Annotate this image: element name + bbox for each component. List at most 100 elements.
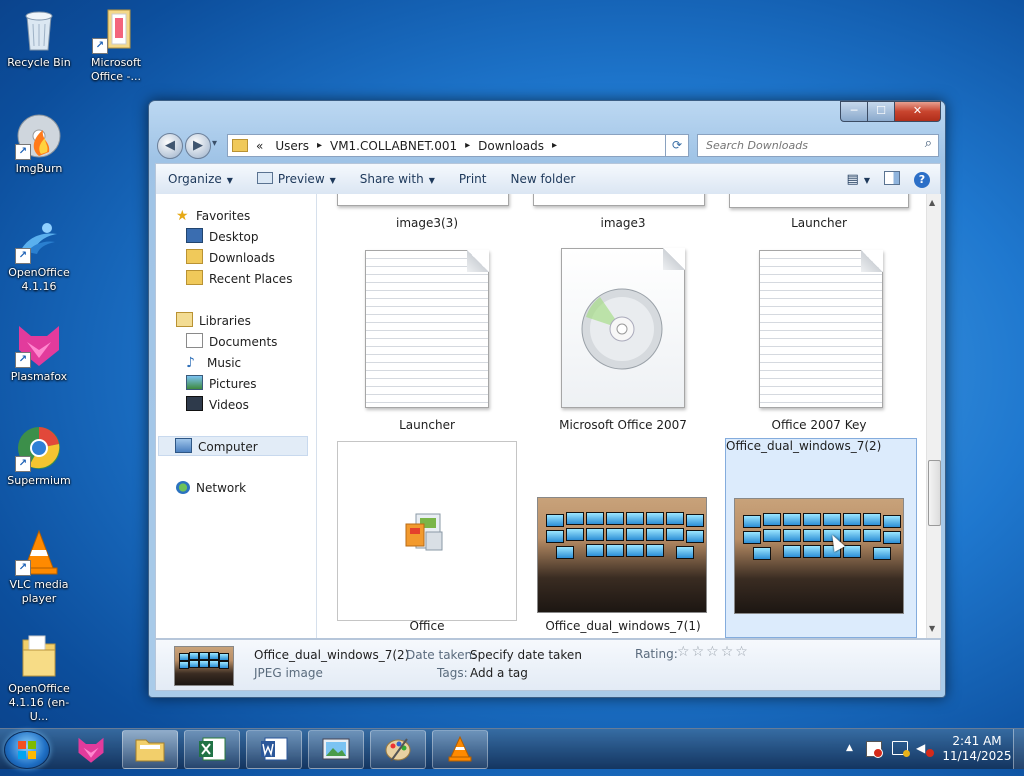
desktop-icon-vlc[interactable]: ↗ VLC media player <box>1 528 77 606</box>
system-clock[interactable]: 2:41 AM 11/14/2025 <box>942 734 1012 764</box>
chevron-down-icon: ▼ <box>226 176 233 185</box>
preview-icon <box>256 172 273 184</box>
recycle-bin-icon <box>15 6 63 54</box>
word-icon <box>261 737 288 761</box>
desktop-icon-openoffice-folder[interactable]: OpenOffice 4.1.16 (en-U... <box>1 632 77 724</box>
desktop-icon-recycle-bin[interactable]: Recycle Bin <box>1 6 77 70</box>
taskbar-vlc[interactable] <box>432 730 488 769</box>
desktop-icon-microsoft-office[interactable]: ↗ Microsoft Office -... <box>78 6 154 84</box>
nav-favorites[interactable]: ★ Favorites <box>176 206 250 226</box>
chevron-down-icon: ▼ <box>863 176 870 185</box>
documents-icon <box>186 333 203 348</box>
text-document-icon <box>759 250 883 408</box>
share-with-button[interactable]: Share with ▼ <box>348 164 447 194</box>
nav-documents[interactable]: Documents <box>186 332 277 352</box>
selected-file-tile[interactable]: Office_dual_windows_7(2) <box>725 438 917 638</box>
nav-desktop[interactable]: Desktop <box>186 227 259 247</box>
nav-libraries[interactable]: Libraries <box>176 311 251 331</box>
back-button[interactable]: ◀ <box>157 133 183 159</box>
taskbar-word[interactable] <box>246 730 302 769</box>
file-tile[interactable]: Office <box>337 439 517 635</box>
image-thumbnail <box>537 497 707 613</box>
nav-music[interactable]: ♪ Music <box>186 353 241 373</box>
breadcrumb-users[interactable]: Users <box>275 139 309 153</box>
file-tile[interactable]: Microsoft Office 2007 <box>533 244 713 440</box>
nav-downloads[interactable]: Downloads <box>186 248 275 268</box>
breadcrumb-separator-icon[interactable]: ▸ <box>465 140 470 151</box>
desktop-icon-plasmafox[interactable]: ↗ Plasmafox <box>1 320 77 384</box>
date-taken-value[interactable]: Specify date taken <box>470 648 582 662</box>
star-icon[interactable]: ☆ <box>706 644 721 660</box>
nav-computer[interactable]: Computer <box>158 436 308 456</box>
taskbar-plasmafox[interactable] <box>66 730 116 767</box>
action-center-icon[interactable] <box>866 741 883 758</box>
preview-pane-button[interactable] <box>876 164 908 194</box>
close-button[interactable]: ✕ <box>894 101 941 122</box>
scrollbar-thumb[interactable] <box>928 460 941 526</box>
command-bar: Organize ▼ Preview ▼ Share with ▼ Print New… <box>155 163 941 195</box>
star-icon[interactable]: ☆ <box>677 644 692 660</box>
breadcrumb-separator-icon[interactable]: ▸ <box>317 140 322 151</box>
file-tile[interactable]: Office_dual_windows_7(1) <box>533 439 713 635</box>
start-button[interactable] <box>4 731 50 769</box>
taskbar: ▲ ◀ 2:41 AM 11/14/2025 <box>0 728 1024 769</box>
maximize-button[interactable]: ☐ <box>867 101 895 122</box>
network-icon[interactable] <box>892 741 910 757</box>
star-icon[interactable]: ☆ <box>692 644 707 660</box>
office-setup-icon <box>405 513 443 551</box>
organize-button[interactable]: Organize ▼ <box>156 164 245 194</box>
address-bar[interactable]: « Users ▸ VM1.COLLABNET.001 ▸ Downloads … <box>227 134 689 157</box>
scroll-down-arrow-icon[interactable]: ▼ <box>929 624 935 633</box>
star-icon[interactable]: ☆ <box>721 644 736 660</box>
file-tile[interactable]: image3 <box>533 194 713 234</box>
file-tile[interactable]: Launcher <box>729 194 909 234</box>
recent-pages-button[interactable]: ▾ <box>212 138 217 149</box>
show-hidden-icons-button[interactable]: ▲ <box>846 743 853 753</box>
breadcrumb-separator-icon[interactable]: ▸ <box>552 140 557 151</box>
nav-label: Desktop <box>209 230 259 244</box>
search-input[interactable] <box>704 135 908 156</box>
file-tile[interactable]: Launcher <box>337 244 517 440</box>
search-box[interactable]: ⌕ <box>697 134 939 157</box>
breadcrumb-user-folder[interactable]: VM1.COLLABNET.001 <box>330 139 457 153</box>
desktop-icon-supermium[interactable]: ↗ Supermium <box>1 424 77 488</box>
help-icon: ? <box>914 172 930 188</box>
refresh-button[interactable]: ⟳ <box>665 134 689 157</box>
nav-videos[interactable]: Videos <box>186 395 249 415</box>
plasmafox-icon <box>78 737 104 763</box>
share-with-label: Share with <box>359 172 424 186</box>
print-button[interactable]: Print <box>447 164 499 194</box>
scroll-up-arrow-icon[interactable]: ▲ <box>929 198 935 207</box>
nav-pictures[interactable]: Pictures <box>186 374 257 394</box>
folder-icon <box>135 739 165 762</box>
selected-file-thumbnail <box>174 646 234 686</box>
volume-muted-icon[interactable]: ◀ <box>916 741 934 757</box>
network-icon <box>176 481 190 494</box>
taskbar-paint[interactable] <box>370 730 426 769</box>
taskbar-excel[interactable] <box>184 730 240 769</box>
taskbar-explorer[interactable] <box>122 730 178 769</box>
file-tile[interactable]: image3(3) <box>337 194 517 234</box>
vertical-scrollbar[interactable]: ▲ ▼ <box>926 194 941 638</box>
nav-recent-places[interactable]: Recent Places <box>186 269 292 289</box>
desktop-icon-imgburn[interactable]: ↗ ImgBurn <box>1 112 77 176</box>
help-button[interactable]: ? <box>908 164 940 194</box>
rating-stars[interactable]: ☆☆☆☆☆ <box>677 644 750 660</box>
search-icon[interactable]: ⌕ <box>925 136 932 151</box>
preview-button[interactable]: Preview ▼ <box>245 164 348 194</box>
show-desktop-button[interactable] <box>1013 729 1024 769</box>
desktop-icon-openoffice[interactable]: ↗ OpenOffice 4.1.16 <box>1 216 77 294</box>
new-folder-button[interactable]: New folder <box>498 164 587 194</box>
address-overflow[interactable]: « <box>256 139 263 153</box>
nav-network[interactable]: Network <box>176 478 246 498</box>
taskbar-picture-viewer[interactable] <box>308 730 364 769</box>
breadcrumb-downloads[interactable]: Downloads <box>478 139 544 153</box>
change-view-button[interactable]: ▤ ▼ <box>841 164 876 194</box>
forward-button[interactable]: ▶ <box>185 133 211 159</box>
desktop-icon-label: Recycle Bin <box>7 56 71 69</box>
file-tile[interactable]: Office 2007 Key <box>729 244 909 440</box>
tags-value[interactable]: Add a tag <box>470 666 528 680</box>
star-icon[interactable]: ☆ <box>735 644 750 660</box>
vlc-icon <box>448 735 472 762</box>
minimize-button[interactable]: ─ <box>840 101 868 122</box>
